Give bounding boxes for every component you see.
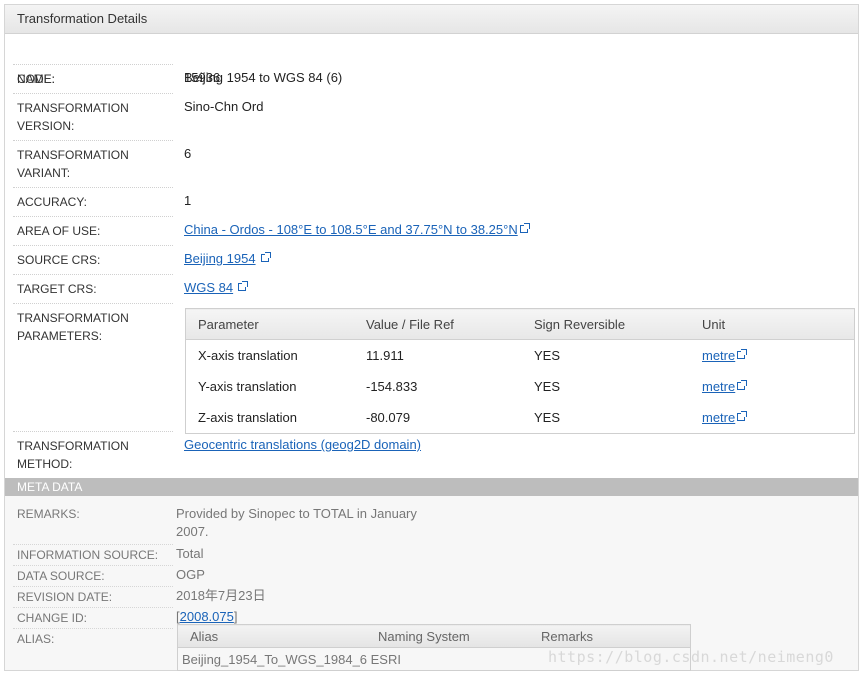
parameter-value: 11.911 [366,348,404,363]
parameter-value: -154.833 [366,379,418,394]
column-header-sign-reversible: Sign Reversible [522,308,690,340]
meta-data-section: REMARKS: Provided by Sinopec to TOTAL in… [5,496,858,671]
accuracy-label: ACCURACY: [17,195,88,209]
parameters-header-row: Parameter Value / File Ref Sign Reversib… [185,308,855,340]
method-link[interactable]: Geocentric translations (geog2D domain) [184,437,421,452]
divider [13,93,173,94]
parameter-reversible: YES [534,410,561,425]
divider [13,586,173,587]
unit-link[interactable]: metre [702,410,735,425]
variant-label: TRANSFORMATION VARIANT: [17,146,175,182]
column-header-value: Value / File Ref [354,308,522,340]
unit-link[interactable]: metre [702,379,735,394]
parameter-name: X-axis translation [198,348,298,363]
version-label-line2: VERSION: [17,119,75,133]
target-crs-value: WGS 84 [184,279,249,297]
meta-data-header: META DATA [5,478,858,496]
area-label: AREA OF USE: [17,224,101,238]
params-label-line2: PARAMETERS: [17,329,103,343]
divider [13,544,173,545]
remarks-value: Provided by Sinopec to TOTAL in January … [176,505,417,541]
accuracy-value: 1 [184,193,192,208]
divider [13,607,173,608]
data-source-value: OGP [176,567,205,582]
divider [13,565,173,566]
method-label-line2: METHOD: [17,457,73,471]
version-value: Sino-Chn Ord [184,99,264,114]
transformation-details-panel: Transformation Details NAME: Beijing 195… [4,4,859,671]
parameter-name: Y-axis translation [198,379,297,394]
external-link-icon[interactable] [737,349,748,359]
area-value: China - Ordos - 108°E to 108.5°E and 37.… [184,221,530,239]
remarks-line2: 2007. [176,524,209,539]
variant-label-line1: TRANSFORMATION [17,148,129,162]
code-value: 15936 [184,70,221,85]
divider [13,216,173,217]
panel-title: Transformation Details [5,5,858,34]
parameter-unit: metre [690,340,855,372]
divider [13,431,173,432]
divider [13,245,173,246]
method-value: Geocentric translations (geog2D domain) [184,436,421,454]
divider [13,64,173,65]
change-id-link[interactable]: 2008.075 [180,609,234,624]
revision-date-value: 2018年7月23日 [176,588,266,603]
area-of-use-link[interactable]: China - Ordos - 108°E to 108.5°E and 37.… [184,222,518,237]
external-link-icon[interactable] [260,252,271,262]
alias-header-row: Alias Naming System Remarks [177,624,691,648]
params-label-line1: TRANSFORMATION [17,311,129,325]
parameter-value: -80.079 [366,410,411,425]
information-source-value: Total [176,546,204,561]
parameter-name: Z-axis translation [198,410,297,425]
params-label: TRANSFORMATION PARAMETERS: [17,309,175,345]
target-crs-label: TARGET CRS: [17,282,97,296]
change-id-label: CHANGE ID: [17,611,88,625]
code-label: CODE: [17,72,56,86]
source-crs-value: Beijing 1954 [184,250,271,268]
parameter-unit: metre [690,402,855,434]
column-header-parameter: Parameter [185,308,354,340]
remarks-line1: Provided by Sinopec to TOTAL in January [176,506,417,521]
change-id-bracket-close: ] [233,609,238,624]
information-source-label: INFORMATION SOURCE: [17,548,159,562]
divider [13,628,173,629]
table-row: X-axis translation 11.911 YES metre [186,340,855,372]
column-header-alias: Alias [177,624,366,648]
table-row: Y-axis translation -154.833 YES metre [186,371,855,402]
unit-link[interactable]: metre [702,348,735,363]
remarks-label: REMARKS: [17,507,80,521]
parameters-table: Parameter Value / File Ref Sign Reversib… [185,308,855,434]
version-label-line1: TRANSFORMATION [17,101,129,115]
target-crs-link[interactable]: WGS 84 [184,280,233,295]
method-label: TRANSFORMATION METHOD: [17,437,175,473]
divider [13,140,173,141]
external-link-icon[interactable] [737,411,748,421]
table-row: Z-axis translation -80.079 YES metre [186,402,855,434]
divider [13,303,173,304]
variant-value: 6 [184,146,192,161]
parameter-reversible: YES [534,348,561,363]
data-source-label: DATA SOURCE: [17,569,105,583]
divider [13,274,173,275]
external-link-icon[interactable] [737,380,748,390]
watermark: https://blog.csdn.net/neimeng0 [548,648,834,666]
external-link-icon[interactable] [519,223,530,233]
alias-label: ALIAS: [17,632,55,646]
method-label-line1: TRANSFORMATION [17,439,129,453]
source-crs-label: SOURCE CRS: [17,253,101,267]
parameter-unit: metre [690,371,855,402]
source-crs-link[interactable]: Beijing 1954 [184,251,256,266]
column-header-unit: Unit [690,308,855,340]
divider [13,187,173,188]
revision-date-label: REVISION DATE: [17,590,113,604]
column-header-naming-system: Naming System [366,624,529,648]
external-link-icon[interactable] [238,281,249,291]
parameter-reversible: YES [534,379,561,394]
version-label: TRANSFORMATION VERSION: [17,99,175,135]
column-header-remarks: Remarks [529,624,691,648]
variant-label-line2: VARIANT: [17,166,71,180]
